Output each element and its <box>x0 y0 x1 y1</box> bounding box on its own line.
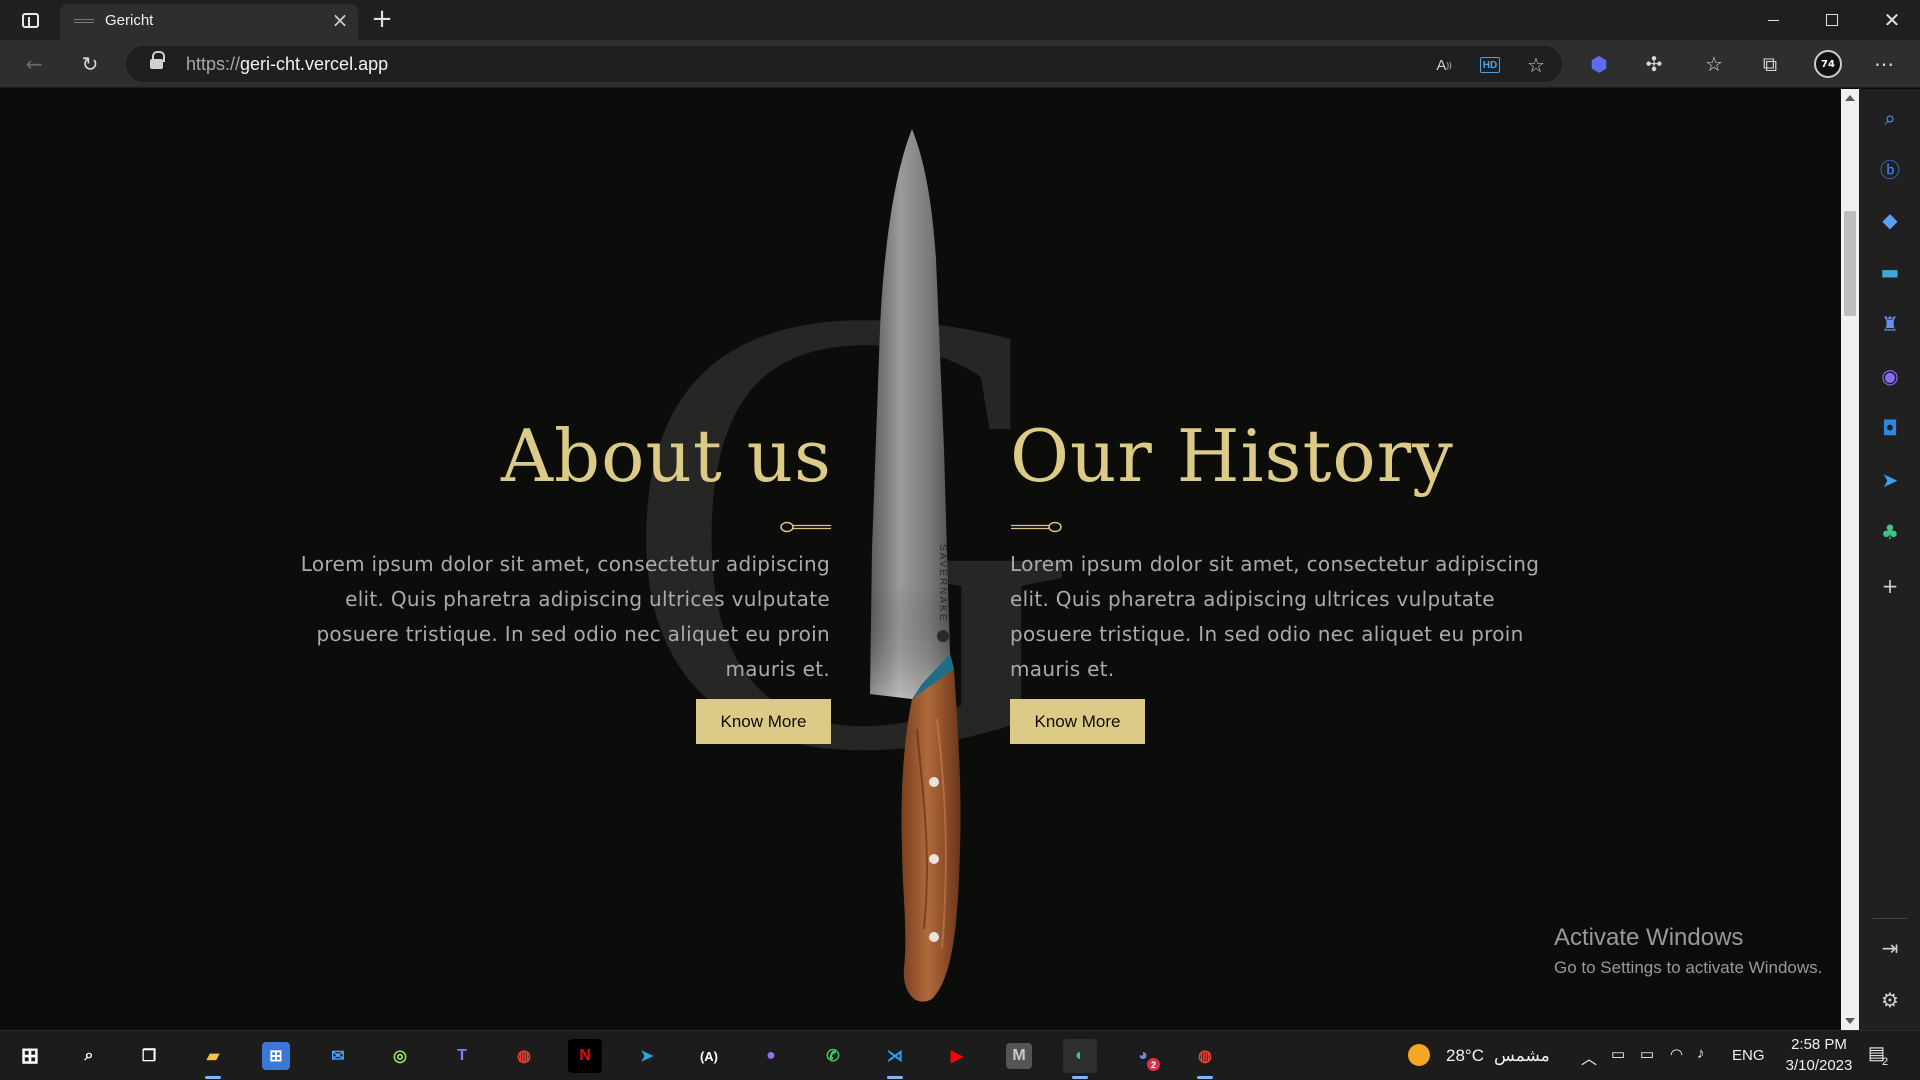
clock-time[interactable]: 2:58 PM <box>1784 1036 1854 1053</box>
edge-sidebar: ⌕ ⓑ ◆ ▬ ♜ ◉ ◘ ➤ ♣ + ⇥ ⚙ <box>1859 89 1920 1030</box>
close-window-button[interactable]: ✕ <box>1864 0 1920 40</box>
lock-icon[interactable] <box>150 51 165 71</box>
dev-app-icon[interactable]: (A) <box>692 1039 726 1073</box>
back-icon[interactable]: ← <box>20 50 48 78</box>
add-sidebar-icon[interactable]: + <box>1877 573 1903 599</box>
app-ring-icon[interactable]: ◎ <box>383 1039 417 1073</box>
tools-icon[interactable]: ▬ <box>1877 259 1903 285</box>
shopping-tag-icon[interactable]: ◆ <box>1877 207 1903 233</box>
scroll-thumb[interactable] <box>1844 211 1856 316</box>
about-know-more-button[interactable]: Know More <box>696 699 831 744</box>
extensions-puzzle-icon[interactable]: ✣ <box>1640 50 1668 78</box>
webpage: G SAVERNAKE About us Lorem ipsum dolor s… <box>0 89 1840 1030</box>
volume-icon[interactable]: ♪ <box>1697 1045 1705 1062</box>
notification-count: 2 <box>1882 1056 1889 1068</box>
browser-toolbar: ← ↻ https://geri-cht.vercel.app A)) HD ☆… <box>0 40 1920 88</box>
notification-center-icon[interactable]: ▤2 <box>1868 1043 1891 1068</box>
refresh-icon[interactable]: ↻ <box>76 50 104 78</box>
send-icon[interactable]: ➤ <box>1877 467 1903 493</box>
teams-icon[interactable]: T <box>445 1039 479 1073</box>
games-icon[interactable]: ♜ <box>1877 311 1903 337</box>
meet-now-icon[interactable]: ▭ <box>1611 1045 1625 1063</box>
microsoft365-icon[interactable]: ◉ <box>1877 363 1903 389</box>
file-explorer-icon[interactable]: ▰ <box>196 1039 230 1079</box>
activate-windows-watermark: Activate Windows Go to Settings to activ… <box>1554 924 1822 978</box>
weather-temp[interactable]: 28°C <box>1446 1046 1484 1066</box>
about-title: About us <box>501 414 832 498</box>
scroll-up-icon[interactable] <box>1845 95 1855 101</box>
youtube-icon[interactable]: ▶ <box>940 1039 974 1073</box>
weather-desc[interactable]: مشمس <box>1494 1046 1550 1066</box>
discord-icon[interactable]: ◕ 2 <box>1126 1039 1160 1073</box>
activate-title: Activate Windows <box>1554 924 1744 951</box>
site-favicon-icon <box>74 19 94 23</box>
tab-title: Gericht <box>105 12 154 29</box>
mail-icon[interactable]: ✉ <box>321 1039 355 1073</box>
task-view-icon[interactable]: ❐ <box>132 1039 166 1073</box>
battery-icon[interactable]: ▭ <box>1640 1045 1654 1063</box>
hide-sidebar-icon[interactable]: ⇥ <box>1877 935 1903 961</box>
maximize-button[interactable] <box>1804 0 1860 40</box>
about-text: Lorem ipsum dolor sit amet, consectetur … <box>300 552 830 681</box>
wifi-icon[interactable]: ◠ <box>1670 1045 1683 1063</box>
new-tab-button[interactable]: + <box>368 6 396 34</box>
telegram-icon[interactable]: ➤ <box>630 1039 664 1073</box>
bing-chat-icon[interactable]: ⓑ <box>1877 155 1903 182</box>
history-know-more-button[interactable]: Know More <box>1010 699 1145 744</box>
weather-sun-icon[interactable] <box>1408 1044 1430 1066</box>
history-text: Lorem ipsum dolor sit amet, consectetur … <box>1010 552 1540 681</box>
spoon-divider-icon <box>780 521 831 533</box>
windows-start-icon[interactable]: ⊞ <box>13 1039 47 1073</box>
netflix-icon[interactable]: N <box>568 1039 602 1073</box>
edge-icon[interactable]: ◐ <box>1063 1039 1097 1079</box>
settings-gear-icon[interactable]: ⚙ <box>1877 987 1903 1013</box>
windows-taskbar: ⊞ ⌕ ❐ ▰ ⊞ ✉ ◎ T ◍ N ➤ (A) ● ✆ ⋊ ▶ M ◐ ◕ 2… <box>0 1030 1920 1080</box>
minimize-button[interactable] <box>1745 0 1801 40</box>
profile-avatar[interactable]: 74 <box>1814 50 1842 78</box>
outlook-icon[interactable]: ◘ <box>1877 415 1903 441</box>
store-icon[interactable]: ⊞ <box>262 1042 290 1070</box>
hd-icon[interactable]: HD <box>1480 57 1500 73</box>
extension-icon[interactable]: ⬢ <box>1585 50 1613 78</box>
tree-icon[interactable]: ♣ <box>1877 519 1903 545</box>
search-icon[interactable]: ⌕ <box>72 1039 106 1073</box>
page-scrollbar[interactable] <box>1841 89 1859 1030</box>
knife-image: SAVERNAKE <box>870 129 961 1002</box>
favorites-icon[interactable]: ☆ <box>1700 50 1728 78</box>
activate-subtitle: Go to Settings to activate Windows. <box>1554 958 1823 977</box>
read-aloud-icon[interactable]: A)) <box>1432 53 1456 77</box>
collections-icon[interactable]: ⧉ <box>1756 50 1784 78</box>
url-text[interactable]: https://geri-cht.vercel.app <box>186 54 388 75</box>
sidebar-divider <box>1873 918 1907 919</box>
chrome-icon[interactable]: ◍ <box>507 1039 541 1073</box>
clock-date[interactable]: 3/10/2023 <box>1780 1057 1858 1074</box>
discord-badge: 2 <box>1147 1058 1160 1071</box>
address-bar[interactable]: https://geri-cht.vercel.app A)) HD ☆ <box>126 46 1562 82</box>
close-tab-icon[interactable]: × <box>328 8 352 32</box>
scroll-down-icon[interactable] <box>1845 1018 1855 1024</box>
chevron-up-icon[interactable]: ︿ <box>1581 1045 1597 1069</box>
spoon-divider-icon <box>1011 521 1062 533</box>
more-menu-icon[interactable]: ⋯ <box>1870 50 1898 78</box>
knife-brand-text: SAVERNAKE <box>937 544 948 622</box>
browser-titlebar: Gericht × + ✕ <box>0 0 1920 40</box>
add-favorite-icon[interactable]: ☆ <box>1524 53 1548 77</box>
history-title: Our History <box>1010 414 1454 498</box>
whatsapp-icon[interactable]: ✆ <box>816 1039 850 1073</box>
vscode-icon[interactable]: ⋊ <box>878 1039 912 1079</box>
github-icon[interactable]: ● <box>754 1039 788 1073</box>
app-m-icon[interactable]: M <box>1006 1043 1032 1069</box>
tab-actions-icon[interactable] <box>14 8 46 32</box>
chrome-dev-icon[interactable]: ◍ <box>1188 1039 1222 1079</box>
language-indicator[interactable]: ENG <box>1732 1047 1765 1064</box>
search-icon[interactable]: ⌕ <box>1877 105 1903 131</box>
browser-tab[interactable]: Gericht × <box>60 4 358 40</box>
